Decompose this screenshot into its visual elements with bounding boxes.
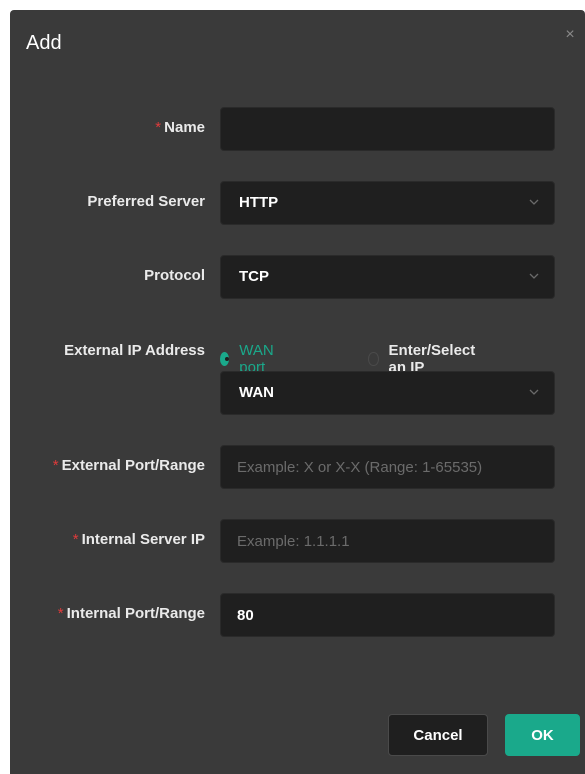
chevron-down-icon [529, 273, 539, 279]
internal-port-field[interactable] [220, 593, 555, 637]
preferred-server-select[interactable]: HTTP [220, 181, 555, 225]
required-mark: * [52, 457, 59, 474]
radio-selected-icon [220, 352, 230, 366]
chevron-down-icon [529, 389, 539, 395]
external-port-input[interactable] [221, 446, 554, 488]
radio-unselected-icon [368, 352, 379, 366]
external-ip-label: External IP Address [64, 342, 205, 359]
external-port-label: * External Port/Range [52, 457, 205, 474]
name-label: * Name [155, 119, 205, 136]
chevron-down-icon [529, 199, 539, 205]
protocol-label: Protocol [144, 267, 205, 284]
close-icon[interactable]: × [563, 27, 577, 43]
name-input[interactable] [221, 108, 554, 150]
internal-port-label: * Internal Port/Range [57, 605, 205, 622]
ok-button[interactable]: OK [505, 714, 580, 756]
external-port-field[interactable] [220, 445, 555, 489]
preferred-server-value: HTTP [239, 194, 279, 211]
protocol-select[interactable]: TCP [220, 255, 555, 299]
internal-server-ip-label: * Internal Server IP [72, 531, 205, 548]
add-dialog: Add × * Name Preferred Server HTTP Protoc… [10, 10, 585, 774]
wan-interface-value: WAN [239, 384, 274, 401]
internal-server-ip-input[interactable] [221, 520, 554, 562]
internal-port-input[interactable] [221, 594, 554, 636]
required-mark: * [155, 119, 162, 136]
preferred-server-label: Preferred Server [87, 193, 205, 210]
cancel-button[interactable]: Cancel [388, 714, 488, 756]
internal-server-ip-field[interactable] [220, 519, 555, 563]
required-mark: * [72, 531, 79, 548]
required-mark: * [57, 605, 64, 622]
protocol-value: TCP [239, 268, 269, 285]
name-field[interactable] [220, 107, 555, 151]
dialog-title: Add [26, 32, 62, 54]
wan-interface-select[interactable]: WAN [220, 371, 555, 415]
